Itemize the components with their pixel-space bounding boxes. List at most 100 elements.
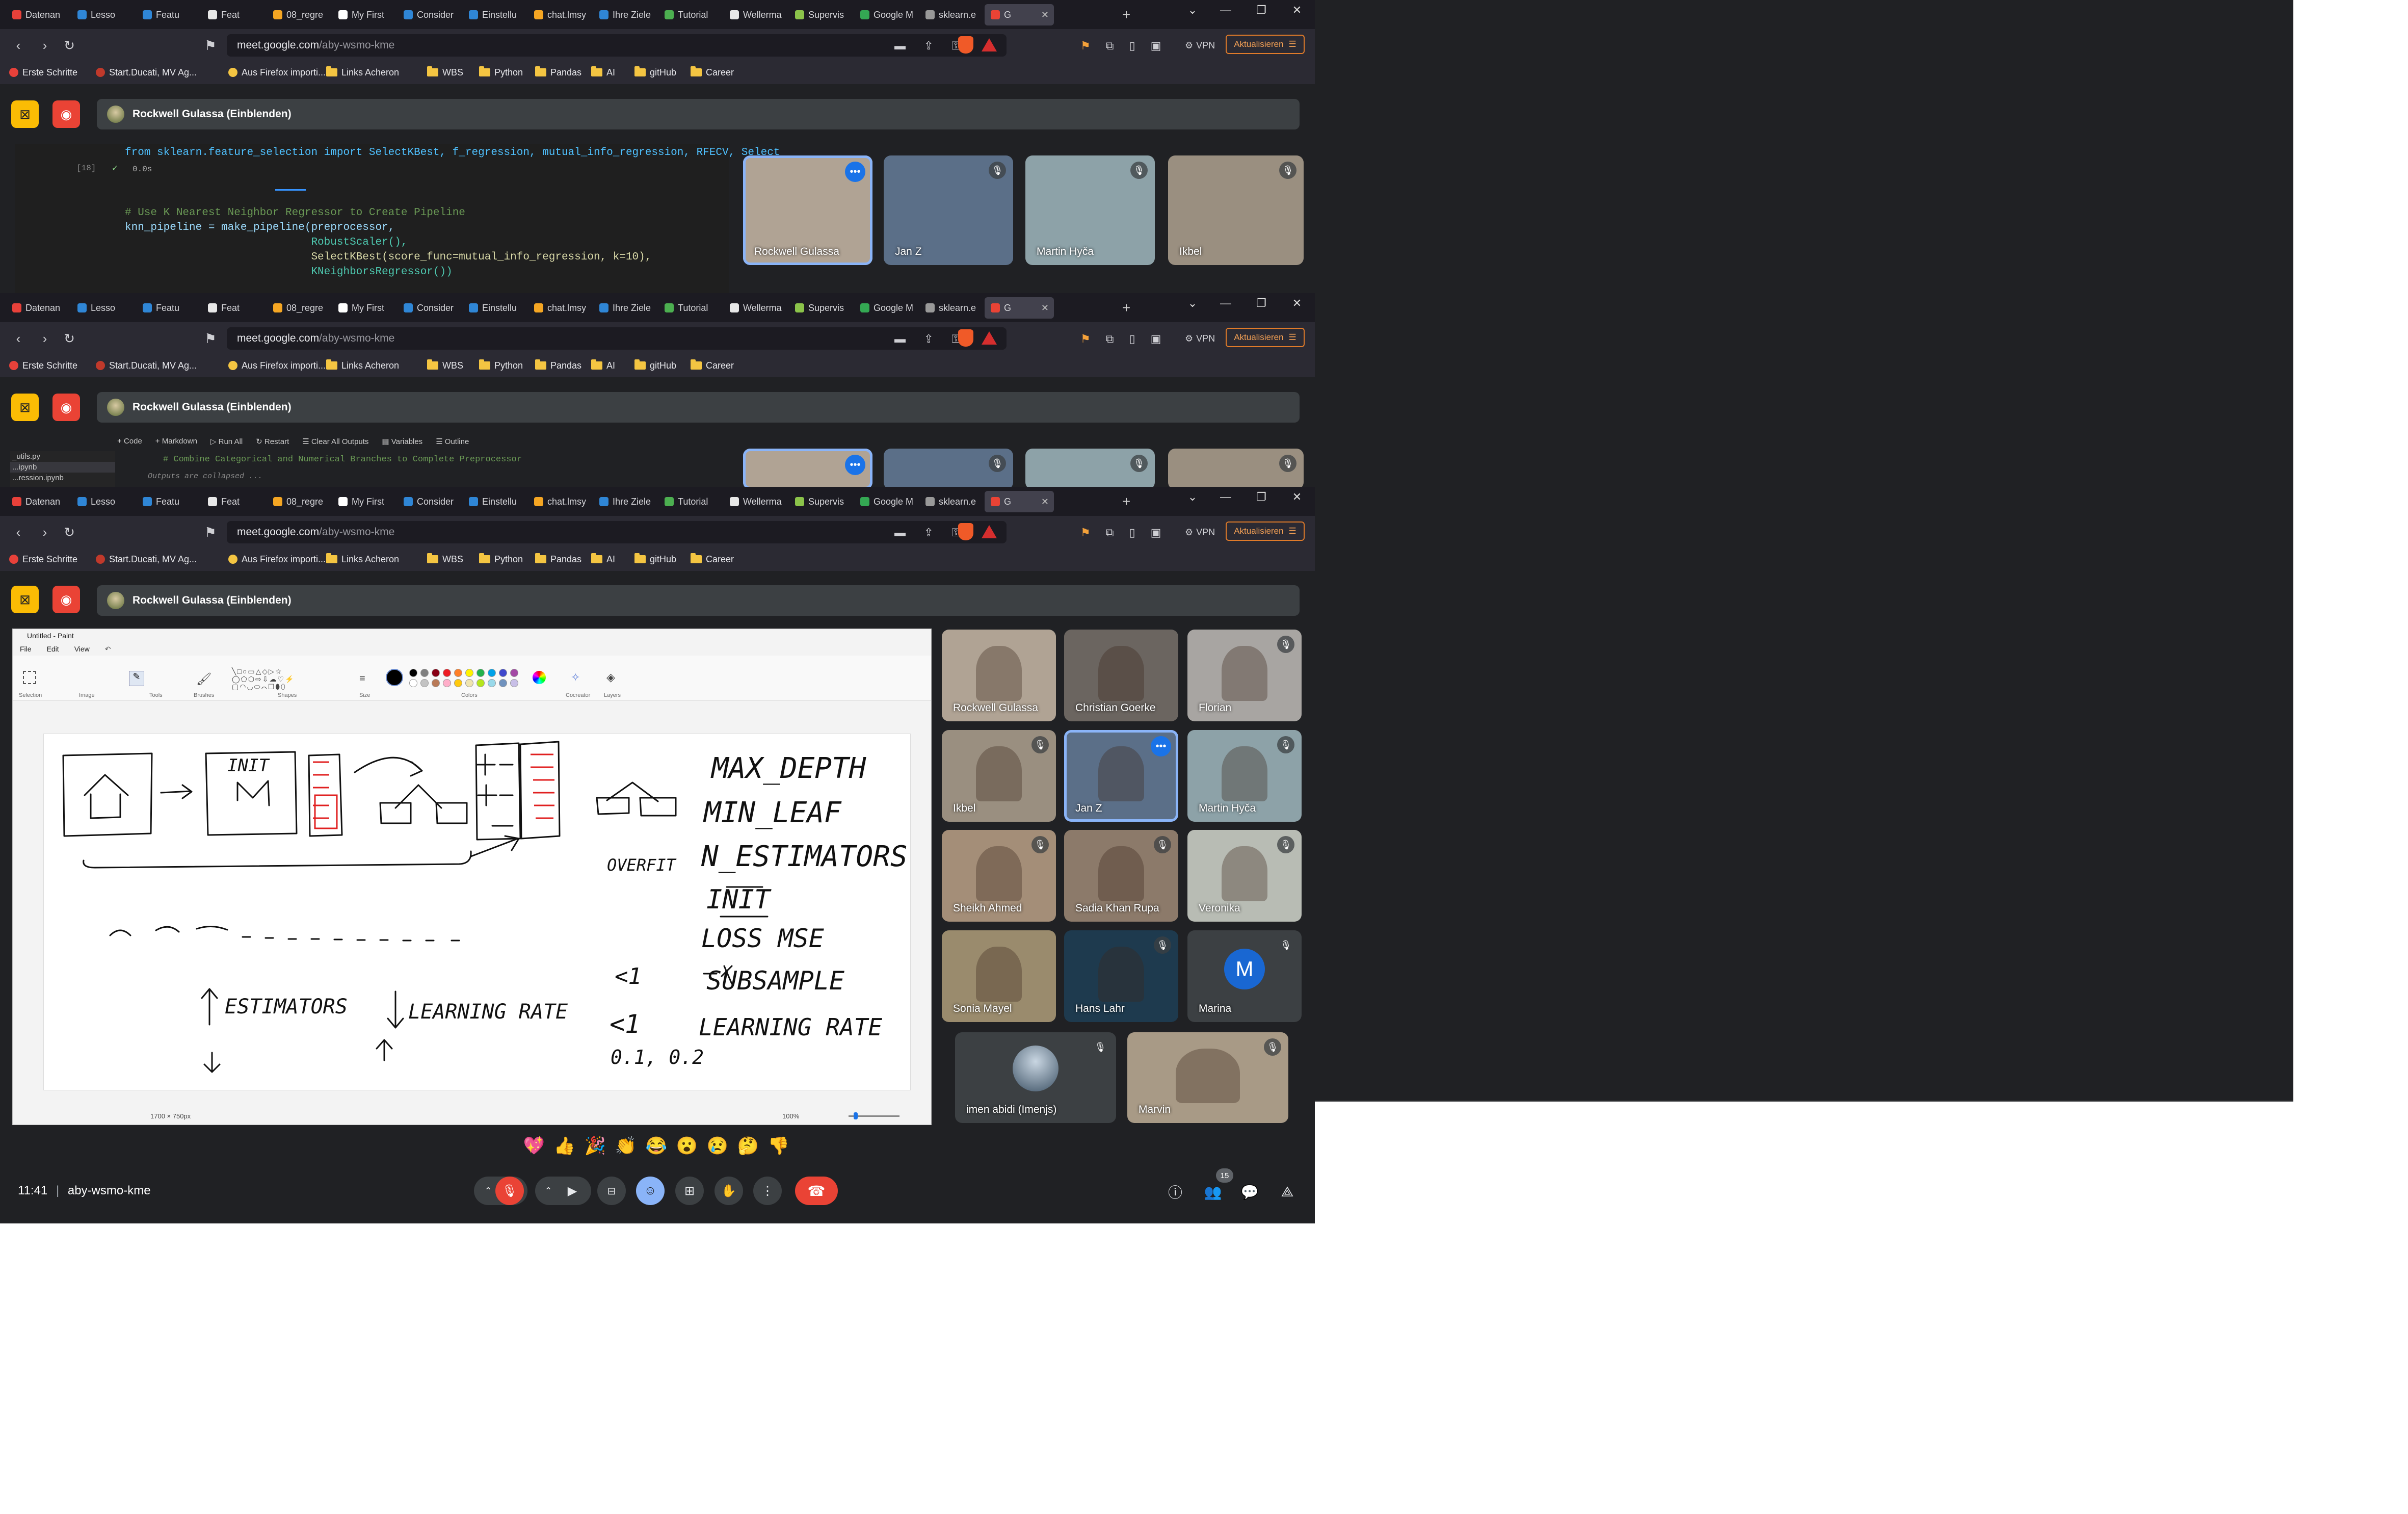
browser-tab[interactable]: Feat xyxy=(202,297,265,319)
palette-swatch[interactable] xyxy=(454,679,462,687)
mic-off-button[interactable]: 🎙 xyxy=(495,1177,524,1205)
address-bar[interactable]: meet.google.com/aby-wsmo-kme xyxy=(227,327,1007,350)
selection-icon[interactable] xyxy=(23,671,36,684)
participant-tile[interactable]: ••• Rockwell Gulassa xyxy=(743,155,872,265)
browser-tab[interactable]: Wellerma xyxy=(724,491,787,512)
more-options-button[interactable]: ⋮ xyxy=(753,1177,782,1205)
close-window-icon[interactable]: ✕ xyxy=(1282,293,1312,314)
bookmark-item[interactable]: Links Acheron xyxy=(326,553,399,566)
file-item[interactable]: ...ression.ipynb xyxy=(10,473,115,483)
bookmark-item[interactable]: WBS xyxy=(427,66,463,79)
cocreator-icon[interactable]: ✧ xyxy=(571,671,580,684)
browser-tab[interactable]: sklearn.e xyxy=(919,297,983,319)
browser-tab[interactable]: Supervis xyxy=(789,491,852,512)
participant-tile[interactable]: 🎙 Marvin xyxy=(1127,1032,1288,1123)
bookmark-item[interactable]: Erste Schritte xyxy=(9,359,77,372)
palette-swatch[interactable] xyxy=(432,669,440,677)
back-icon[interactable]: ‹ xyxy=(9,523,28,541)
browser-tab[interactable]: Ihre Ziele xyxy=(593,491,656,512)
close-window-icon[interactable]: ✕ xyxy=(1282,0,1312,20)
brave-shield-icon[interactable] xyxy=(958,36,973,54)
extension-icon[interactable]: ⚑ xyxy=(1080,526,1091,539)
forward-icon[interactable]: › xyxy=(36,36,54,55)
palette-swatch[interactable] xyxy=(488,679,496,687)
bookmark-item[interactable]: Pandas xyxy=(535,66,581,79)
bookmark-item[interactable]: AI xyxy=(591,66,615,79)
share-icon[interactable]: ⇪ xyxy=(924,332,933,346)
rewards-icon[interactable] xyxy=(982,331,997,345)
chevron-up-icon[interactable]: ⌃ xyxy=(537,1179,560,1203)
browser-tab[interactable]: Google M xyxy=(854,491,917,512)
maximize-icon[interactable]: ❐ xyxy=(1246,0,1277,20)
participant-tile[interactable]: 🎙 imen abidi (Imenjs) xyxy=(955,1032,1116,1123)
browser-tab[interactable]: sklearn.e xyxy=(919,491,983,512)
browser-tab[interactable]: Featu xyxy=(137,4,200,25)
reload-icon[interactable]: ↻ xyxy=(60,36,78,55)
bookmark-item[interactable]: gitHub xyxy=(634,553,676,566)
bookmark-item[interactable]: Aus Firefox importi... xyxy=(228,553,326,566)
puzzle-icon[interactable]: ⧉ xyxy=(1106,526,1114,539)
more-options-icon[interactable]: ••• xyxy=(845,162,865,182)
bookmark-item[interactable]: Pandas xyxy=(535,359,581,372)
more-options-icon[interactable]: ••• xyxy=(1151,736,1171,756)
browser-tab[interactable]: Wellerma xyxy=(724,297,787,319)
wallet-icon[interactable]: ▣ xyxy=(1151,332,1161,346)
browser-tab[interactable]: G ✕ xyxy=(985,491,1054,512)
bookmark-item[interactable]: Career xyxy=(691,553,734,566)
reaction-button[interactable]: 👎 xyxy=(767,1134,790,1158)
palette-swatch[interactable] xyxy=(465,669,473,677)
participant-tile[interactable]: 🎙 Hans Lahr xyxy=(1064,930,1178,1022)
browser-tab[interactable]: Lesso xyxy=(71,297,135,319)
toolbar-item[interactable]: ☰ Outline xyxy=(436,437,469,446)
reaction-button[interactable]: 💖 xyxy=(522,1134,546,1158)
browser-tab[interactable]: Featu xyxy=(137,297,200,319)
bookmark-icon[interactable]: ⚑ xyxy=(201,329,220,348)
toolbar-item[interactable]: ▦ Variables xyxy=(382,437,422,446)
browser-tab[interactable]: Consider xyxy=(398,491,461,512)
new-tab-icon[interactable]: + xyxy=(1116,4,1136,25)
palette-swatch[interactable] xyxy=(409,679,417,687)
browser-tab[interactable]: chat.lmsy xyxy=(528,297,591,319)
leave-call-button[interactable]: ☎ xyxy=(795,1177,838,1205)
close-tab-icon[interactable]: ✕ xyxy=(1041,10,1049,20)
brave-shield-icon[interactable] xyxy=(958,523,973,540)
browser-tab[interactable]: Lesso xyxy=(71,491,135,512)
share-icon[interactable]: ⇪ xyxy=(924,526,933,539)
browser-tab[interactable]: Tutorial xyxy=(658,4,722,25)
participant-tile[interactable]: Sonia Mayel xyxy=(942,930,1056,1022)
toolbar-item[interactable]: ↻ Restart xyxy=(256,437,289,446)
browser-tab[interactable]: Datenan xyxy=(6,297,69,319)
bookmark-item[interactable]: AI xyxy=(591,359,615,372)
bookmark-icon[interactable]: ⚑ xyxy=(201,523,220,541)
bookmark-item[interactable]: Start.Ducati, MV Ag... xyxy=(96,66,197,79)
browser-tab[interactable]: Feat xyxy=(202,491,265,512)
participant-tile[interactable]: 🎙 Sheikh Ahmed xyxy=(942,830,1056,922)
participant-tile[interactable]: ••• Jan Z xyxy=(1064,730,1178,822)
wallet-icon[interactable]: ▣ xyxy=(1151,526,1161,539)
paint-canvas[interactable]: INIT MAX_DEPTH MIN_LEAF N_ESTIMATORS OVE… xyxy=(43,734,911,1090)
toolbar-item[interactable]: ☰ Clear All Outputs xyxy=(302,437,368,446)
vpn-button[interactable]: ⚙ VPN xyxy=(1185,331,1215,346)
sidebar-icon[interactable]: ▯ xyxy=(1129,39,1135,53)
bookmark-item[interactable]: AI xyxy=(591,553,615,566)
color-palette[interactable] xyxy=(409,669,537,694)
menu-file[interactable]: File xyxy=(20,645,32,653)
activities-icon[interactable]: ⟁ xyxy=(1278,1183,1296,1201)
close-tab-icon[interactable]: ✕ xyxy=(1041,497,1049,507)
palette-swatch[interactable] xyxy=(420,679,429,687)
brave-shield-icon[interactable] xyxy=(958,329,973,347)
reload-icon[interactable]: ↻ xyxy=(60,523,78,541)
more-options-icon[interactable]: ••• xyxy=(845,455,865,475)
current-color[interactable] xyxy=(386,669,403,686)
file-item[interactable]: ...ipynb xyxy=(10,462,115,473)
participant-tile[interactable]: 🎙 xyxy=(884,449,1013,487)
file-item[interactable]: _utils.py xyxy=(10,451,115,462)
reaction-button[interactable]: 😢 xyxy=(706,1134,729,1158)
participant-tile[interactable]: 🎙 xyxy=(1168,449,1304,487)
pencil-icon[interactable]: ✎ xyxy=(129,671,144,686)
bookmark-item[interactable]: Pandas xyxy=(535,553,581,566)
browser-tab[interactable]: 08_regre xyxy=(267,297,330,319)
captions-button[interactable]: ⊟ xyxy=(597,1177,626,1205)
puzzle-icon[interactable]: ⧉ xyxy=(1106,332,1114,346)
bookmark-item[interactable]: Career xyxy=(691,66,734,79)
